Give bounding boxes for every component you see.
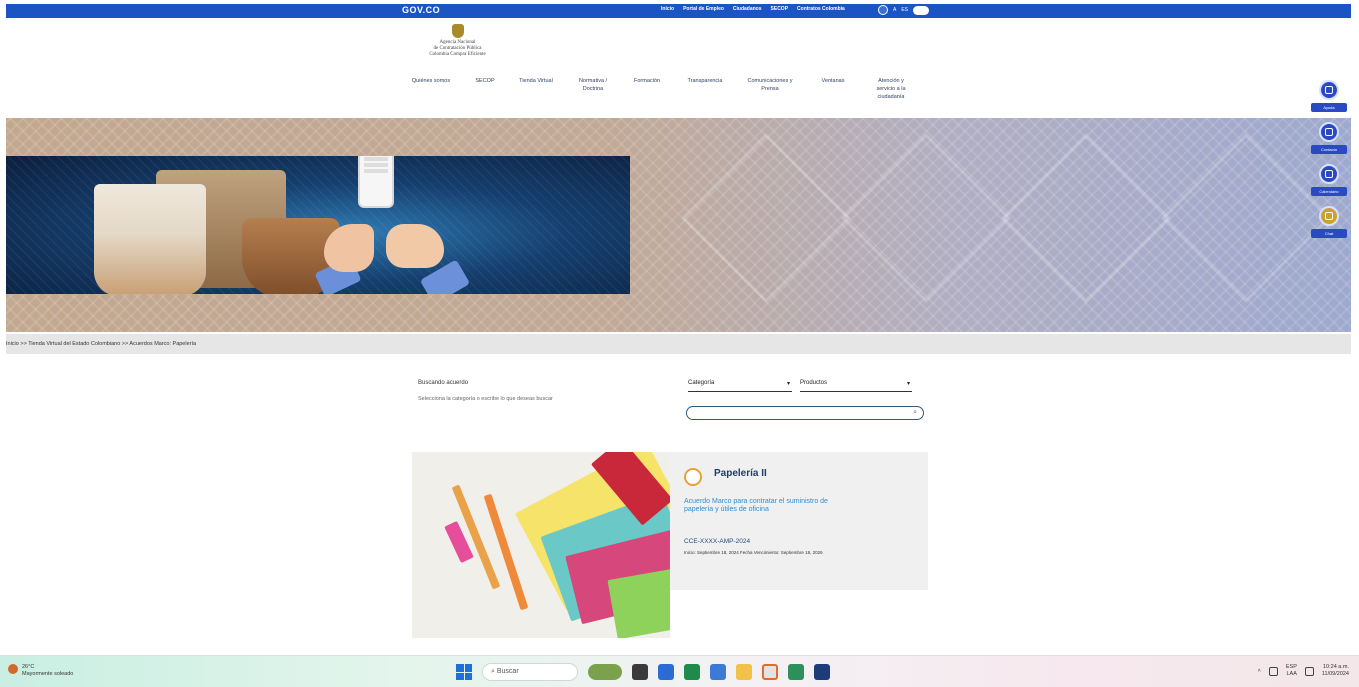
gov-top-bar: GOV.CO Inicio Portal de Empleo Ciudadano…: [6, 4, 1351, 18]
network-icon[interactable]: [1268, 666, 1278, 676]
gov-link[interactable]: SECOP: [771, 6, 789, 12]
card-title[interactable]: Papelería II: [714, 468, 767, 479]
rail-button-contact[interactable]: Contacto: [1311, 122, 1347, 154]
chevron-down-icon: ▾: [786, 381, 790, 387]
theme-toggle[interactable]: [913, 5, 930, 15]
rail-label: Ayuda: [1311, 103, 1347, 112]
nav-item-secop[interactable]: SECOP: [464, 77, 506, 101]
weather-widget[interactable]: 26°C Mayormente soleado: [8, 664, 73, 678]
phone-screen-line: [364, 163, 388, 167]
card-image-stationery[interactable]: [412, 452, 670, 638]
hero-banner: [6, 118, 1351, 332]
hero-image-baskets-phone: [6, 156, 630, 294]
clock-date[interactable]: 11/09/2024: [1322, 671, 1349, 678]
category-select-value: Categoría: [688, 380, 715, 386]
edge-icon[interactable]: [788, 664, 804, 680]
filter-title: Buscando acuerdo: [418, 380, 469, 386]
search-input[interactable]: ⌕: [686, 406, 924, 420]
search-icon[interactable]: ⌕: [913, 407, 917, 419]
nav-item-ventanas[interactable]: Ventanas: [804, 77, 862, 101]
rail-button-calendar[interactable]: Calendario: [1311, 164, 1347, 196]
file-explorer-icon[interactable]: [736, 664, 752, 680]
nav-item-quienes-somos[interactable]: Quiénes somos: [398, 77, 464, 101]
tray-chevron-icon[interactable]: ˄: [1258, 668, 1261, 675]
gov-link[interactable]: Ciudadanos: [733, 6, 762, 12]
weather-desc: Mayormente soleado: [22, 671, 74, 677]
category-select[interactable]: Categoría ▾: [688, 380, 792, 392]
contrast-button[interactable]: A: [893, 7, 896, 13]
chrome-icon[interactable]: [762, 664, 778, 680]
volume-icon[interactable]: [1304, 666, 1314, 676]
gov-link[interactable]: Contratos Colombia: [797, 6, 845, 12]
nav-item-atencion[interactable]: Atención y servicio a la ciudadanía: [862, 77, 920, 101]
task-view-icon[interactable]: [632, 664, 648, 680]
main-nav: Quiénes somos SECOP Tienda Virtual Norma…: [398, 77, 920, 101]
rail-button-help[interactable]: Ayuda: [1311, 80, 1347, 112]
phone-screen-line: [364, 157, 388, 161]
pattern-diamond: [1001, 133, 1171, 303]
outlook-icon[interactable]: [710, 664, 726, 680]
calendar-icon: [1319, 164, 1339, 184]
hand-image: [386, 224, 444, 268]
widgets-icon[interactable]: [588, 664, 622, 680]
gov-link[interactable]: Portal de Empleo: [683, 6, 724, 12]
pattern-diamond: [841, 133, 1011, 303]
taskbar-apps: ⌕ Buscar: [456, 663, 830, 681]
chat-icon: [1319, 206, 1339, 226]
gov-link[interactable]: Inicio: [661, 6, 674, 12]
nav-item-formacion[interactable]: Formación: [620, 77, 674, 101]
location-icon: [1319, 122, 1339, 142]
excel-icon[interactable]: [684, 664, 700, 680]
windows-start-icon[interactable]: [456, 664, 472, 680]
gov-links: Inicio Portal de Empleo Ciudadanos SECOP…: [661, 6, 845, 12]
card-subtitle: Acuerdo Marco para contratar el suminist…: [684, 498, 828, 513]
phone-image: [358, 156, 394, 208]
logo-line: Colombia Compra Eficiente: [429, 52, 486, 57]
nav-item-tienda-virtual[interactable]: Tienda Virtual: [506, 77, 566, 101]
pattern-diamond: [1161, 133, 1331, 303]
rail-label: Calendario: [1311, 187, 1347, 196]
windows-taskbar: 26°C Mayormente soleado ⌕ Buscar ˄ ESP L…: [0, 655, 1359, 687]
word-icon[interactable]: [658, 664, 674, 680]
product-select-value: Productos: [800, 380, 828, 386]
gov-tools: A ES: [878, 5, 930, 15]
taskbar-search-label: Buscar: [496, 668, 519, 675]
nav-item-comunicaciones[interactable]: Comunicaciones y Prensa: [736, 77, 804, 101]
weather-icon: [8, 664, 18, 674]
rail-label: Contacto: [1311, 145, 1347, 154]
nav-item-transparencia[interactable]: Transparencia: [674, 77, 736, 101]
language-button[interactable]: ES: [901, 7, 908, 13]
phone-screen-line: [364, 169, 388, 173]
help-icon: [1319, 80, 1339, 100]
product-select[interactable]: Productos ▾: [800, 380, 912, 392]
app-icon[interactable]: [814, 664, 830, 680]
rail-label: Chat: [1311, 229, 1347, 238]
gov-logo[interactable]: GOV.CO: [402, 5, 440, 15]
chevron-down-icon: ▾: [906, 381, 910, 387]
floating-quick-access: Ayuda Contacto Calendario Chat: [1311, 80, 1347, 248]
weather-temp: 26°C: [22, 664, 35, 670]
nav-item-normativa[interactable]: Normativa / Doctrina: [566, 77, 620, 101]
stationery-icon: [684, 468, 702, 486]
pattern-diamond: [681, 133, 851, 303]
basket-image: [94, 184, 206, 294]
keyboard-language[interactable]: ESP LAA: [1286, 664, 1297, 678]
clock-time[interactable]: 10:24 a.m.: [1322, 664, 1349, 671]
card-panel[interactable]: Papelería II Acuerdo Marco para contrata…: [670, 452, 928, 590]
card-dates: Inicio: Septiembre 18, 2024 Fecha Vencim…: [684, 550, 823, 555]
agency-logo[interactable]: Agencia Nacional de Contratación Pública…: [400, 24, 515, 72]
filter-description: Selecciona la categoría o escribe lo que…: [418, 396, 553, 402]
accessibility-icon[interactable]: [878, 5, 888, 15]
rail-button-chat[interactable]: Chat: [1311, 206, 1347, 238]
card-code: CCE-XXXX-AMP-2024: [684, 538, 751, 545]
coat-of-arms-icon: [451, 24, 464, 38]
system-tray: ˄ ESP LAA 10:24 a.m. 11/09/2024: [1258, 664, 1349, 678]
breadcrumb[interactable]: Inicio >> Tienda Virtual del Estado Colo…: [6, 334, 1351, 354]
taskbar-search[interactable]: ⌕ Buscar: [482, 663, 578, 681]
